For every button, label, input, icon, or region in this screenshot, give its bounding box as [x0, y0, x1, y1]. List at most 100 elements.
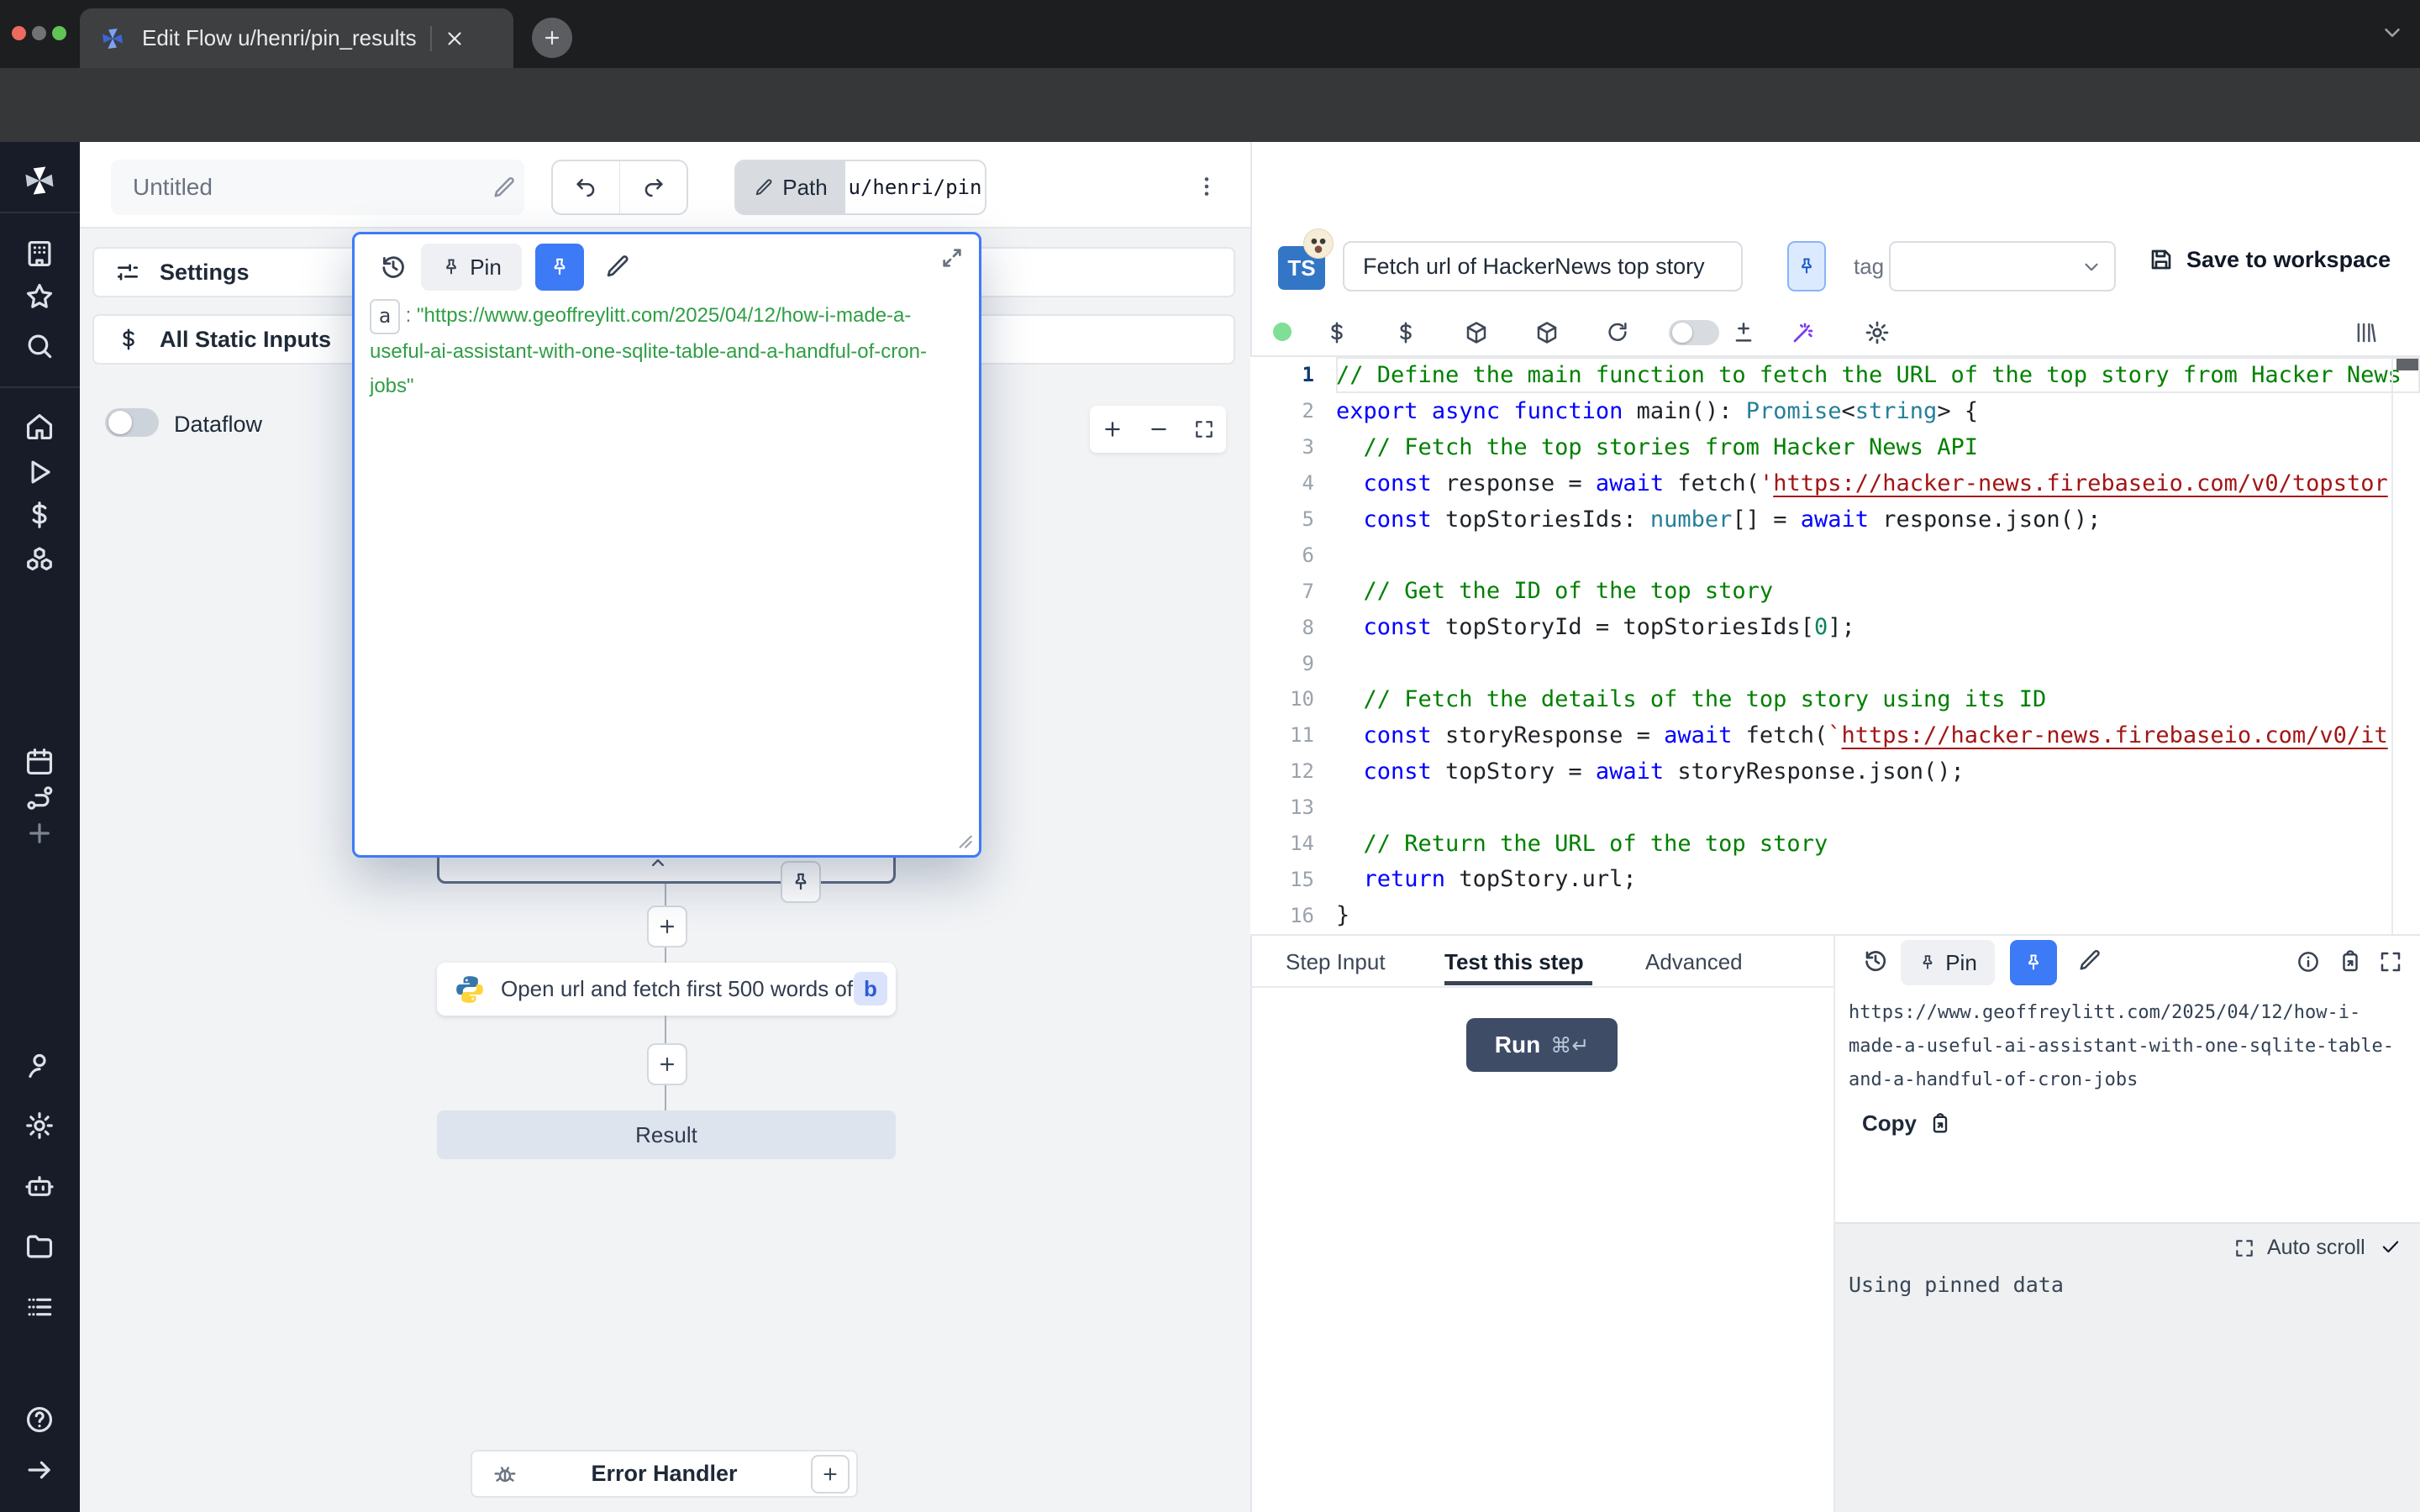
info-icon[interactable] — [2296, 949, 2321, 974]
save-to-workspace-button[interactable]: Save to workspace — [2148, 246, 2391, 273]
sidebar-item-help[interactable] — [24, 1404, 55, 1436]
path-control[interactable]: Path u/henri/pin — [734, 160, 986, 215]
code-line[interactable]: 3 // Fetch the top stories from Hacker N… — [1250, 429, 2420, 465]
code-line[interactable]: 2export async function main(): Promise<s… — [1250, 393, 2420, 429]
fit-view-icon[interactable] — [1193, 418, 1215, 440]
code-line[interactable]: 16} — [1250, 897, 2420, 933]
zoom-in-icon[interactable] — [1101, 417, 1124, 441]
browser-tab[interactable]: Edit Flow u/henri/pin_results — [80, 8, 513, 68]
tab-search-icon[interactable] — [2380, 20, 2405, 45]
sidebar-item-flows[interactable] — [24, 782, 55, 814]
run-button[interactable]: Run ⌘↵ — [1466, 1018, 1618, 1072]
zoom-out-icon[interactable] — [1147, 417, 1171, 441]
flow-title-input[interactable]: Untitled — [111, 160, 524, 215]
code-line[interactable]: 10 // Fetch the details of the top story… — [1250, 681, 2420, 717]
code-line[interactable]: 1// Define the main function to fetch th… — [1250, 357, 2420, 393]
script-emoji-icon — [1303, 228, 1334, 259]
expand-logs-icon[interactable] — [2233, 1237, 2255, 1259]
zoom-window-button[interactable] — [52, 26, 66, 40]
package-icon[interactable] — [1534, 320, 1560, 345]
sidebar-item-variables[interactable] — [24, 499, 55, 531]
sidebar-item-runs[interactable] — [24, 456, 55, 488]
tab-step-input[interactable]: Step Input — [1286, 949, 1386, 975]
code-editor[interactable]: 1// Define the main function to fetch th… — [1250, 357, 2420, 934]
pinned-json-viewer[interactable]: a : "https://www.geoffreylitt.com/2025/0… — [370, 298, 966, 404]
library-icon[interactable] — [2353, 320, 2378, 345]
copy-button[interactable]: Copy — [1862, 1110, 1952, 1137]
popup-pin-tab[interactable]: Pin — [421, 244, 522, 291]
code-line[interactable]: 6 — [1250, 537, 2420, 573]
flow-more-menu-icon[interactable] — [1193, 173, 1220, 200]
step-summary-input[interactable]: Fetch url of HackerNews top story — [1343, 241, 1743, 291]
sidebar-item-search[interactable] — [24, 330, 55, 362]
sidebar-item-favorites[interactable] — [24, 281, 55, 312]
minimap-slider[interactable] — [2396, 359, 2418, 370]
code-line[interactable]: 8 const topStoryId = topStoriesIds[0]; — [1250, 609, 2420, 645]
tab-close-icon[interactable] — [444, 28, 466, 50]
close-window-button[interactable] — [12, 26, 26, 40]
sidebar-item-users[interactable] — [24, 1049, 55, 1081]
add-error-handler-button[interactable] — [811, 1455, 850, 1494]
sidebar-item-add[interactable] — [24, 817, 55, 849]
code-line[interactable]: 14 // Return the URL of the top story — [1250, 826, 2420, 862]
pinned-result-value[interactable]: https://www.geoffreylitt.com/2025/04/12/… — [1849, 996, 2405, 1097]
sidebar-item-folders[interactable] — [24, 1231, 55, 1263]
new-tab-button[interactable] — [532, 18, 572, 58]
flow-node-b[interactable]: Open url and fetch first 500 words of ..… — [437, 963, 896, 1016]
code-line[interactable]: 5 const topStoriesIds: number[] = await … — [1250, 501, 2420, 538]
resize-handle-icon[interactable] — [953, 829, 975, 851]
edit-pin-icon[interactable] — [2077, 948, 2102, 973]
diff-icon[interactable] — [1731, 320, 1756, 345]
tab-advanced[interactable]: Advanced — [1645, 949, 1743, 975]
flow-node-result[interactable]: Result — [437, 1110, 896, 1159]
flow-node-error-handler[interactable]: Error Handler — [471, 1450, 858, 1498]
editor-settings-icon[interactable] — [1864, 319, 1891, 346]
code-line[interactable]: 7 // Get the ID of the top story — [1250, 573, 2420, 609]
resources-icon[interactable] — [1393, 320, 1418, 345]
result-label: Result — [635, 1122, 697, 1148]
sidebar-item-resources[interactable] — [24, 545, 55, 577]
history-icon[interactable] — [379, 253, 408, 281]
editor-toggle[interactable] — [1669, 320, 1719, 345]
result-pin-active-button[interactable] — [2010, 940, 2057, 985]
code-line[interactable]: 11 const storyResponse = await fetch(`ht… — [1250, 717, 2420, 753]
edit-title-icon[interactable] — [492, 175, 517, 200]
add-step-button[interactable] — [647, 1043, 687, 1085]
history-icon[interactable] — [1862, 948, 1889, 974]
popup-pin-active-button[interactable] — [535, 244, 584, 291]
redo-button[interactable] — [620, 161, 687, 213]
code-line[interactable]: 12 const topStory = await storyResponse.… — [1250, 753, 2420, 790]
add-step-button[interactable] — [647, 906, 687, 948]
check-icon[interactable] — [2380, 1236, 2402, 1257]
reset-icon[interactable] — [1605, 320, 1630, 345]
ai-assist-icon[interactable] — [1790, 319, 1817, 346]
code-line[interactable]: 15 return topStory.url; — [1250, 861, 2420, 897]
sidebar-item-logs[interactable] — [24, 1291, 55, 1323]
sidebar-item-workspace[interactable] — [24, 238, 55, 270]
sidebar-item-home[interactable] — [24, 411, 55, 443]
code-line[interactable]: 9 — [1250, 645, 2420, 681]
expand-result-icon[interactable] — [2378, 949, 2403, 974]
sidebar-item-schedules[interactable] — [24, 746, 55, 778]
pin-key-badge[interactable]: a — [370, 299, 400, 334]
dataflow-toggle[interactable] — [105, 408, 159, 437]
sidebar-item-settings[interactable] — [24, 1110, 55, 1142]
tag-select[interactable] — [1889, 241, 2116, 291]
variables-icon[interactable] — [1324, 320, 1349, 345]
tab-test-this-step[interactable]: Test this step — [1444, 949, 1584, 975]
sidebar-item-workers[interactable] — [24, 1170, 55, 1202]
copy-result-icon[interactable] — [2338, 949, 2363, 974]
sidebar-collapse-icon[interactable] — [24, 1454, 55, 1486]
code-line[interactable]: 4 const response = await fetch('https://… — [1250, 465, 2420, 501]
node-a-pin-badge[interactable] — [781, 861, 821, 903]
code-line[interactable]: 13 — [1250, 790, 2420, 826]
windmill-logo[interactable] — [21, 162, 58, 199]
edit-pin-icon[interactable] — [604, 253, 631, 280]
undo-button[interactable] — [553, 161, 619, 213]
step-pin-button[interactable] — [1787, 241, 1826, 291]
result-pin-tab[interactable]: Pin — [1901, 940, 1995, 985]
expand-popup-icon[interactable] — [939, 244, 965, 271]
auto-scroll-label[interactable]: Auto scroll — [2267, 1236, 2365, 1260]
minimize-window-button[interactable] — [32, 26, 46, 40]
package-icon[interactable] — [1464, 320, 1489, 345]
